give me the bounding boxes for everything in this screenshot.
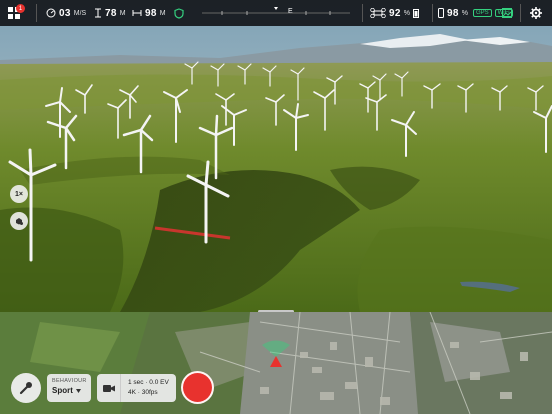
gimbal-button[interactable] (10, 212, 28, 230)
compass-ticks (202, 7, 350, 15)
notification-badge: 1 (16, 4, 25, 13)
drone-battery: 92 % (370, 0, 419, 26)
height-value: 78 (105, 7, 117, 19)
speed-unit: M/S (73, 9, 87, 17)
distance-unit: M (159, 9, 166, 17)
behaviour-value: Sport (52, 386, 73, 395)
controller-icon (438, 8, 444, 18)
gear-icon (530, 7, 542, 19)
flight-mode-button[interactable] (11, 373, 41, 403)
record-button[interactable] (181, 371, 214, 404)
image-settings-button[interactable] (502, 0, 512, 26)
speedometer-icon (46, 8, 56, 18)
distance-value: 98 (145, 7, 157, 19)
controller-battery-value: 98 (447, 7, 459, 19)
behaviour-title: BEHAVIOUR (52, 378, 87, 384)
camera-settings[interactable]: 1 sec · 0.0 EV 4K · 30fps (97, 374, 176, 402)
zoom-button[interactable]: 1× (10, 185, 28, 203)
height-unit: M (119, 9, 126, 17)
speed-readout: 03 M/S (46, 0, 86, 26)
distance-readout: 98 M (132, 0, 166, 26)
chevron-down-icon (75, 388, 81, 393)
height-readout: 78 M (94, 0, 126, 26)
settings-button[interactable] (530, 0, 542, 26)
distance-icon (132, 10, 142, 16)
drone-battery-value: 92 (389, 7, 401, 19)
exposure-settings: 1 sec · 0.0 EV (128, 379, 169, 386)
drone-battery-unit: % (403, 9, 410, 17)
menu-button[interactable]: 1 (8, 0, 25, 26)
zoom-label: 1× (15, 190, 23, 198)
shield-icon (174, 7, 184, 19)
video-camera-icon (102, 384, 115, 392)
joystick-icon (19, 382, 32, 395)
compass-strip: E (202, 7, 350, 19)
gimbal-icon (16, 218, 23, 225)
camera-mode-button[interactable] (97, 374, 121, 402)
image-icon (502, 8, 512, 18)
drone-icon (370, 8, 386, 18)
height-icon (95, 8, 101, 18)
video-format: 4K · 30fps (128, 389, 158, 396)
status-bar: 1 03 M/S 78 M 98 M E 92 % 98 % GPS WiFi (0, 0, 552, 26)
battery-icon (412, 9, 419, 18)
gps-label: GPS (472, 9, 492, 17)
behaviour-selector[interactable]: BEHAVIOUR Sport (47, 374, 91, 402)
speed-value: 03 (59, 7, 71, 19)
compass-heading: E (288, 8, 293, 15)
shield-status[interactable] (174, 0, 184, 26)
controller-battery-unit: % (461, 9, 468, 17)
landscape-scene (0, 0, 552, 312)
camera-view[interactable] (0, 0, 552, 312)
